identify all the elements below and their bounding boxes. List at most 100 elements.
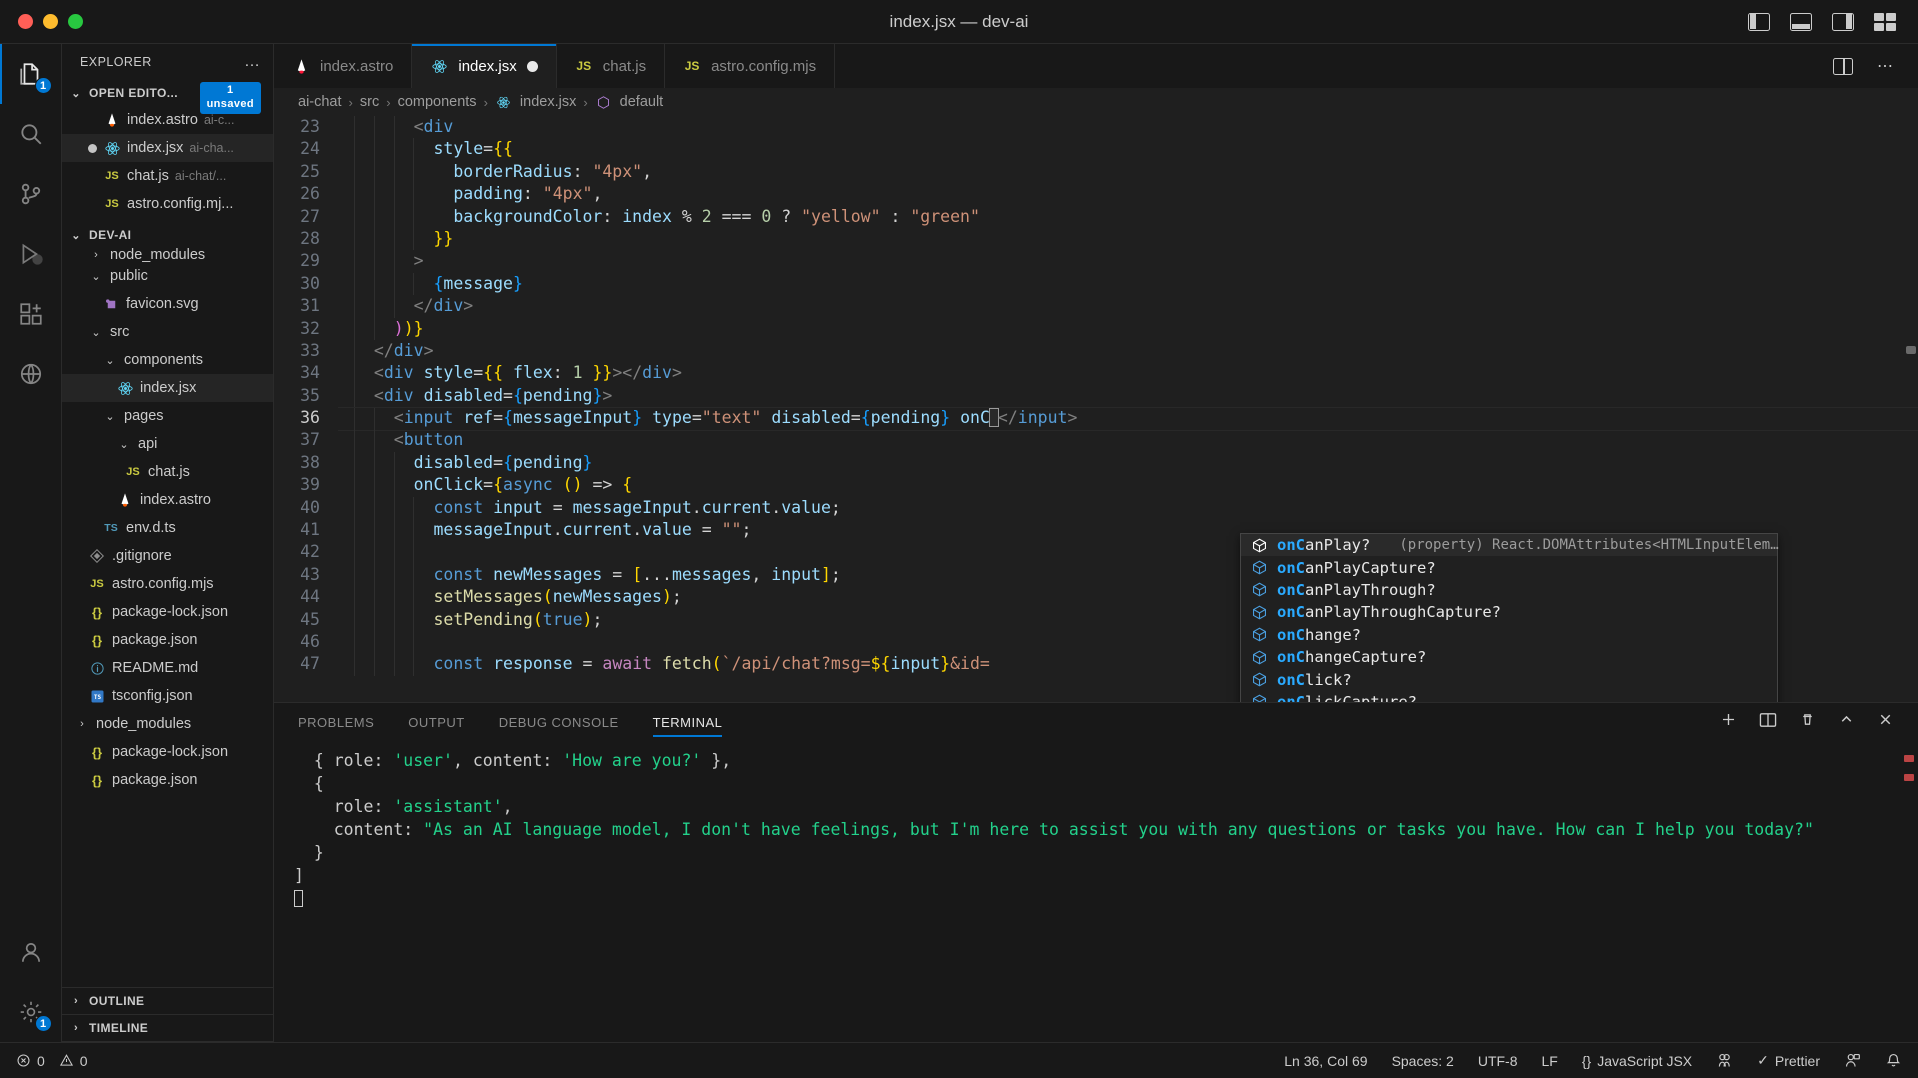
- tab-chat-js[interactable]: JS chat.js: [556, 44, 666, 88]
- status-problems[interactable]: 0: [16, 1053, 45, 1069]
- tree-item-components[interactable]: ⌄ components: [62, 346, 273, 374]
- status-warnings[interactable]: 0: [59, 1053, 88, 1069]
- tree-item-src[interactable]: ⌄ src: [62, 318, 273, 346]
- workspace-section-header[interactable]: ⌄ DEV-AI: [62, 222, 273, 248]
- breadcrumb-item-0[interactable]: ai-chat: [298, 94, 342, 110]
- code-text[interactable]: <div disabled={pending}>: [338, 384, 612, 408]
- breadcrumb-item-1[interactable]: src: [360, 94, 379, 110]
- tree-item-astro-config[interactable]: JS astro.config.mjs: [62, 570, 273, 598]
- terminal-output[interactable]: { role: 'user', content: 'How are you?' …: [274, 741, 1918, 1042]
- tree-item-index-jsx[interactable]: index.jsx: [62, 374, 273, 402]
- tree-item-chat-js[interactable]: JS chat.js: [62, 458, 273, 486]
- sidebar-more-actions-icon[interactable]: …: [244, 53, 261, 71]
- tree-item-index-astro[interactable]: index.astro: [62, 486, 273, 514]
- code-text[interactable]: >: [338, 250, 424, 273]
- accounts-button[interactable]: [0, 922, 62, 982]
- customize-layout-icon[interactable]: [1874, 12, 1896, 31]
- minimize-window-button[interactable]: [43, 14, 58, 29]
- code-line[interactable]: 34 <div style={{ flex: 1 }}></div>: [274, 362, 1918, 385]
- code-text[interactable]: setPending(true);: [338, 608, 602, 631]
- split-editor-icon[interactable]: [1833, 57, 1853, 75]
- tab-astro-config[interactable]: JS astro.config.mjs: [665, 44, 836, 88]
- more-actions-icon[interactable]: ⋯: [1877, 56, 1894, 76]
- close-window-button[interactable]: [18, 14, 33, 29]
- code-text[interactable]: padding: "4px",: [338, 183, 602, 206]
- suggest-item[interactable]: onCanPlayCapture?: [1241, 556, 1777, 578]
- suggest-item[interactable]: onCanPlayThrough?: [1241, 579, 1777, 601]
- list-item[interactable]: index.jsx ai-cha...: [62, 134, 273, 162]
- suggest-item[interactable]: onChange?: [1241, 624, 1777, 646]
- status-language-mode[interactable]: {} JavaScript JSX: [1582, 1053, 1692, 1069]
- code-text[interactable]: {message}: [338, 272, 523, 296]
- code-text[interactable]: borderRadius: "4px",: [338, 160, 652, 184]
- sidebar-item-remote-explorer[interactable]: [0, 344, 62, 404]
- code-line[interactable]: 36 <input ref={messageInput} type="text"…: [274, 407, 1918, 430]
- code-line[interactable]: 27 backgroundColor: index % 2 === 0 ? "y…: [274, 205, 1918, 228]
- tree-item-node-modules-clipped[interactable]: › node_modules: [62, 248, 273, 262]
- sidebar-item-explorer[interactable]: 1: [0, 44, 62, 104]
- unsaved-dot-icon[interactable]: [88, 143, 97, 153]
- list-item[interactable]: JS chat.js ai-chat/...: [62, 162, 273, 190]
- code-text[interactable]: const newMessages = [...messages, input]…: [338, 563, 841, 587]
- status-indentation[interactable]: Spaces: 2: [1392, 1053, 1454, 1069]
- tree-item-tsconfig[interactable]: TS tsconfig.json: [62, 682, 273, 710]
- breadcrumb-item-4[interactable]: default: [620, 94, 664, 110]
- status-feedback[interactable]: [1844, 1052, 1861, 1069]
- tab-index-astro[interactable]: index.astro: [274, 44, 413, 88]
- code-text[interactable]: disabled={pending}: [338, 451, 592, 475]
- code-line[interactable]: 33 </div>: [274, 339, 1918, 363]
- list-item[interactable]: JS astro.config.mj...: [62, 190, 273, 218]
- status-formatter[interactable]: ✓ Prettier: [1757, 1052, 1820, 1069]
- code-line[interactable]: 31 </div>: [274, 295, 1918, 318]
- tree-item-env-d-ts[interactable]: TS env.d.ts: [62, 514, 273, 542]
- code-line[interactable]: 24 style={{: [274, 138, 1918, 161]
- code-line[interactable]: 32 ))}: [274, 317, 1918, 340]
- open-editors-section-header[interactable]: ⌄ OPEN EDITO... 1 unsaved: [62, 80, 273, 114]
- code-text[interactable]: const response = await fetch(`/api/chat?…: [338, 653, 990, 676]
- tree-item-package-lock[interactable]: {} package-lock.json: [62, 598, 273, 626]
- code-text[interactable]: style={{: [338, 138, 513, 161]
- tab-problems[interactable]: PROBLEMS: [298, 703, 374, 741]
- code-line[interactable]: 40 const input = messageInput.current.va…: [274, 496, 1918, 520]
- tree-item-public[interactable]: ⌄ public: [62, 262, 273, 290]
- manage-settings-button[interactable]: 1: [0, 982, 62, 1042]
- tab-index-jsx[interactable]: index.jsx: [412, 44, 557, 88]
- suggest-item[interactable]: onClick?: [1241, 668, 1777, 690]
- timeline-section-header[interactable]: › TIMELINE: [62, 1015, 273, 1042]
- outline-section-header[interactable]: › OUTLINE: [62, 988, 273, 1015]
- toggle-secondary-sidebar-icon[interactable]: [1832, 12, 1854, 31]
- toggle-panel-icon[interactable]: [1790, 12, 1812, 31]
- suggest-item[interactable]: onCanPlay? (property) React.DOMAttributes…: [1241, 534, 1779, 557]
- status-notifications[interactable]: [1885, 1052, 1902, 1069]
- tree-item-package-json[interactable]: {} package.json: [62, 626, 273, 654]
- zoom-window-button[interactable]: [68, 14, 83, 29]
- code-line[interactable]: 26 padding: "4px",: [274, 183, 1918, 206]
- code-line[interactable]: 39 onClick={async () => {: [274, 474, 1918, 497]
- code-text[interactable]: </div>: [338, 339, 434, 363]
- tab-debug-console[interactable]: DEBUG CONSOLE: [499, 703, 619, 741]
- tree-item-readme[interactable]: README.md: [62, 654, 273, 682]
- breadcrumb-item-3[interactable]: index.jsx: [520, 94, 576, 110]
- code-text[interactable]: setMessages(newMessages);: [338, 586, 682, 609]
- tree-item-gitignore[interactable]: .gitignore: [62, 542, 273, 570]
- code-line[interactable]: 28 }}: [274, 227, 1918, 251]
- code-text[interactable]: <button: [338, 429, 463, 452]
- status-cursor-position[interactable]: Ln 36, Col 69: [1284, 1053, 1367, 1069]
- suggest-item[interactable]: onClickCapture?: [1241, 691, 1777, 702]
- editor-scrollbar[interactable]: [1906, 346, 1916, 354]
- code-text[interactable]: [338, 630, 415, 654]
- code-line[interactable]: 29 >: [274, 250, 1918, 273]
- tree-item-pages[interactable]: ⌄ pages: [62, 402, 273, 430]
- sidebar-item-search[interactable]: [0, 104, 62, 164]
- code-line[interactable]: 23 <div: [274, 116, 1918, 139]
- breadcrumb-item-2[interactable]: components: [398, 94, 477, 110]
- code-text[interactable]: }}: [338, 227, 453, 251]
- tree-item-favicon[interactable]: favicon.svg: [62, 290, 273, 318]
- kill-terminal-icon[interactable]: [1799, 711, 1816, 733]
- status-encoding[interactable]: UTF-8: [1478, 1053, 1518, 1069]
- status-live-share[interactable]: [1716, 1052, 1733, 1069]
- tree-item-package-lock-2[interactable]: {} package-lock.json: [62, 738, 273, 766]
- tab-dirty-indicator[interactable]: [526, 60, 538, 72]
- code-text[interactable]: onClick={async () => {: [338, 474, 632, 497]
- suggest-item[interactable]: onChangeCapture?: [1241, 646, 1777, 668]
